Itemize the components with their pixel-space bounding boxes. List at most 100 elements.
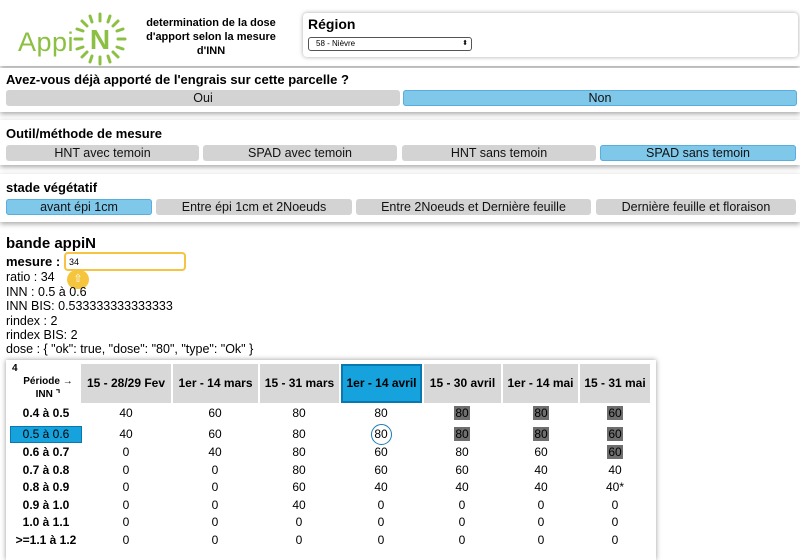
table-cell-value: 40* <box>605 480 625 494</box>
table-cell-value: 0 <box>211 515 219 529</box>
table-cell-value: 80 <box>292 427 306 441</box>
dose-table: 4 Période → INN ⌝ 15 - 28/29 Fev 1er - 14… <box>6 360 656 560</box>
column-header-2[interactable]: 15 - 31 mars <box>260 364 339 403</box>
table-cell: 0 <box>180 462 250 479</box>
mesure-label: mesure : <box>6 254 61 269</box>
table-cell: 0 <box>506 497 576 514</box>
table-cell-value: 80 <box>454 427 470 441</box>
table-cell-value: 0 <box>122 463 130 477</box>
mesure-input[interactable]: 34 <box>64 252 186 271</box>
oui-button[interactable]: Oui <box>6 90 400 106</box>
table-cell-value: 0 <box>295 515 303 529</box>
table-cell-value: 0 <box>211 480 219 494</box>
table-cell: 0 <box>91 479 161 496</box>
table-cell: 0 <box>506 514 576 531</box>
column-header-1[interactable]: 1er - 14 mars <box>173 364 258 403</box>
table-cell-value: 80 <box>454 406 470 420</box>
table-cell-value: 0 <box>295 533 303 547</box>
table-cell-value: 40 <box>119 406 133 420</box>
dose-text: dose : { "ok": true, "dose": "80", "type… <box>6 342 254 356</box>
column-header-4[interactable]: 15 - 30 avril <box>424 364 501 403</box>
table-cell-value: 0 <box>611 498 619 512</box>
table-cell: 0 <box>427 532 497 549</box>
row-header-0[interactable]: 0.4 à 0.5 <box>10 405 82 422</box>
hnt-sans-temoin-button[interactable]: HNT sans temoin <box>402 145 596 161</box>
avant-epi-button[interactable]: avant épi 1cm <box>6 199 152 215</box>
table-cell-value: 0 <box>122 480 130 494</box>
table-cell-value: 0 <box>122 445 130 459</box>
table-cell: 60 <box>427 462 497 479</box>
column-header-0[interactable]: 15 - 28/29 Fev <box>81 364 171 403</box>
table-cell: 60 <box>264 479 334 496</box>
engrais-title: Avez-vous déjà apporté de l'engrais sur … <box>6 72 349 87</box>
table-cell: 0 <box>91 497 161 514</box>
epi-2noeuds-button[interactable]: Entre épi 1cm et 2Noeuds <box>156 199 352 215</box>
table-cell-value: 0 <box>537 533 545 547</box>
table-cell-value: 80 <box>292 406 306 420</box>
table-cell: 40 <box>580 462 650 479</box>
row-header-4[interactable]: 0.8 à 0.9 <box>10 479 82 496</box>
table-cell: 80 <box>506 405 576 422</box>
logo-letter: N <box>90 24 110 55</box>
periode-axis-label: Période → <box>23 376 73 387</box>
table-cell: 60 <box>580 405 650 422</box>
table-cell: 0 <box>506 532 576 549</box>
table-cell-value: 40 <box>455 480 469 494</box>
table-cell-value: 60 <box>607 406 623 420</box>
table-cell-value: 40 <box>534 480 548 494</box>
bande-title: bande appiN <box>6 235 97 252</box>
table-cell: 40 <box>264 497 334 514</box>
table-cell: 80 <box>506 426 576 443</box>
app-header: Appi N determination de la dose d'apport… <box>0 0 800 66</box>
2noeuds-derniere-feuille-button[interactable]: Entre 2Noeuds et Dernière feuille <box>356 199 591 215</box>
derniere-feuille-floraison-button[interactable]: Dernière feuille et floraison <box>596 199 796 215</box>
inn-text: INN : 0.5 à 0.6 <box>6 285 87 299</box>
column-header-3[interactable]: 1er - 14 avril <box>341 364 422 403</box>
table-cell: 40* <box>580 479 650 496</box>
table-cell: 40 <box>506 479 576 496</box>
row-header-2[interactable]: 0.6 à 0.7 <box>10 444 82 461</box>
row-header-6[interactable]: 1.0 à 1.1 <box>10 514 82 531</box>
ratio-text: ratio : 34 <box>6 270 55 284</box>
table-cell: 80 <box>427 426 497 443</box>
table-cell-value: 60 <box>208 406 222 420</box>
table-cell: 60 <box>580 426 650 443</box>
table-cell-value: 60 <box>292 480 306 494</box>
column-header-5[interactable]: 1er - 14 mai <box>503 364 578 403</box>
table-cell-value: 60 <box>607 445 623 459</box>
row-header-3[interactable]: 0.7 à 0.8 <box>10 462 82 479</box>
table-cell: 0 <box>346 497 416 514</box>
table-cell: 0 <box>180 497 250 514</box>
spad-sans-temoin-button[interactable]: SPAD sans temoin <box>600 145 796 161</box>
spad-avec-temoin-button[interactable]: SPAD avec temoin <box>203 145 397 161</box>
table-cell: 0 <box>346 532 416 549</box>
row-header-5[interactable]: 0.9 à 1.0 <box>10 497 82 514</box>
table-cell-value: 0 <box>611 533 619 547</box>
table-cell: 0 <box>180 532 250 549</box>
region-label: Région <box>308 16 356 32</box>
outil-title: Outil/méthode de mesure <box>6 126 163 141</box>
row-header-7[interactable]: >=1.1 à 1.2 <box>10 532 82 549</box>
table-cell: 80 <box>427 444 497 461</box>
table-cell: 40 <box>180 444 250 461</box>
table-cell: 40 <box>506 462 576 479</box>
rindex-bis-text: rindex BIS: 2 <box>6 328 78 342</box>
table-cell-value: 0 <box>611 515 619 529</box>
table-cell: 60 <box>580 444 650 461</box>
region-select[interactable]: 58 - Nièvre ⬍ <box>308 37 472 51</box>
table-cell-value: 0 <box>537 498 545 512</box>
inn-axis-label: INN ⌝ <box>35 389 61 400</box>
table-cell: 0 <box>91 514 161 531</box>
non-button[interactable]: Non <box>403 90 797 106</box>
table-cell: 0 <box>91 444 161 461</box>
row-header-1[interactable]: 0.5 à 0.6 <box>10 426 82 443</box>
table-cell-value: 40 <box>208 445 222 459</box>
engrais-panel: Avez-vous déjà apporté de l'engrais sur … <box>0 68 800 112</box>
table-cell-value: 0 <box>377 533 385 547</box>
table-cell: 0 <box>264 532 334 549</box>
hnt-avec-temoin-button[interactable]: HNT avec temoin <box>6 145 199 161</box>
table-cell: 80 <box>346 424 416 445</box>
table-cell-value: 0 <box>211 463 219 477</box>
column-header-6[interactable]: 15 - 31 mai <box>580 364 650 403</box>
table-cell-value: 60 <box>374 463 388 477</box>
